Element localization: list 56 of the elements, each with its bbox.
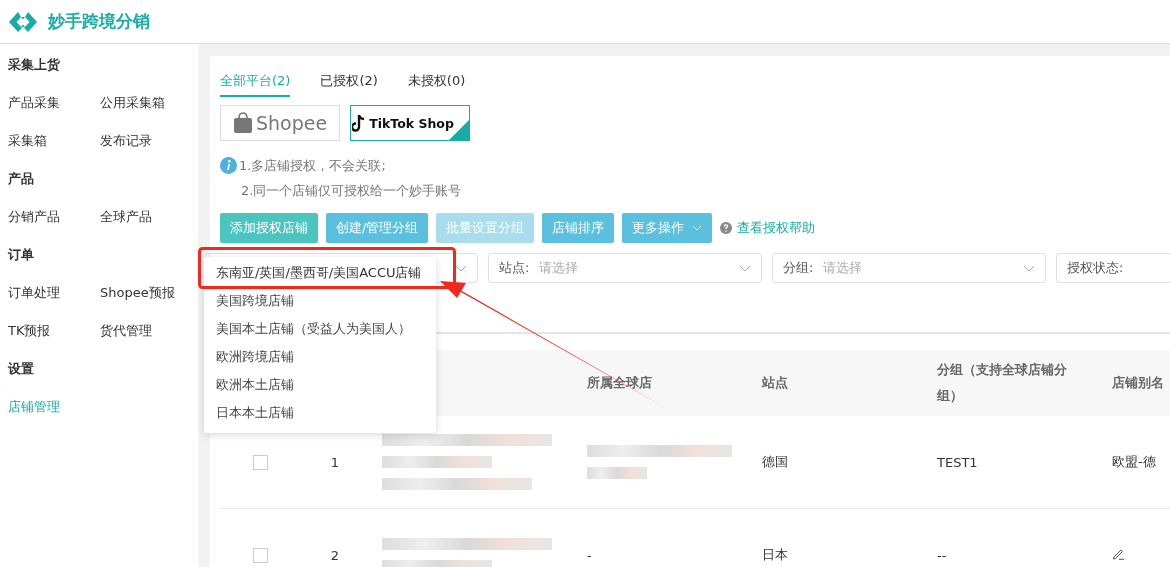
menu-item[interactable]: 东南亚/英国/墨西哥/美国ACCU店铺 (204, 259, 436, 287)
music-note-icon (352, 114, 367, 132)
column-header: 店铺别名 (1111, 374, 1165, 392)
sidebar-item[interactable]: Shopee预报 (100, 284, 200, 322)
blurred-text (587, 467, 647, 479)
pencil-icon[interactable] (1112, 547, 1125, 560)
sidebar-item[interactable]: 全球产品 (100, 208, 200, 246)
sidebar-heading: 采集上货 (8, 56, 61, 74)
chevron-icon (692, 225, 703, 231)
platform-name: TikTok Shop (369, 115, 454, 131)
note-text: 2.同一个店铺仅可授权给一个妙手账号 (241, 181, 462, 200)
help-icon (720, 222, 733, 234)
row-number: 1 (329, 454, 341, 470)
row-checkbox[interactable] (252, 454, 268, 470)
sidebar-item[interactable]: 分销产品 (8, 208, 100, 246)
tab[interactable]: 未授权(0) (407, 72, 466, 97)
info-icon (220, 157, 237, 174)
bag-icon (232, 112, 253, 134)
menu-item[interactable]: 美国本土店铺（受益人为美国人） (204, 315, 436, 343)
platform-card[interactable]: TikTok Shop (350, 105, 470, 141)
row-number: 2 (329, 547, 341, 563)
column-header: 所属全球店 (586, 374, 653, 392)
sidebar-item[interactable]: 订单处理 (8, 284, 100, 322)
menu-item[interactable]: 日本本土店铺 (204, 399, 436, 427)
table-cell-text: 日本 (761, 546, 789, 564)
row-checkbox[interactable] (252, 547, 268, 563)
column-header: 站点 (761, 374, 789, 392)
table-cell: 欧盟-德 (1112, 454, 1156, 469)
tab[interactable]: 已授权(2) (320, 72, 378, 97)
platform-name: Shopee (255, 112, 328, 134)
app-title: 妙手跨境分销 (48, 10, 150, 33)
platform-card[interactable]: Shopee (220, 105, 340, 141)
sidebar-heading: 订单 (8, 246, 35, 264)
sidebar-item[interactable]: 发布记录 (100, 132, 200, 170)
select-field[interactable]: 授权状态: (1056, 253, 1170, 283)
sidebar-heading: 设置 (8, 360, 35, 378)
sidebar-heading: 产品 (8, 170, 35, 188)
menu-item[interactable]: 欧洲本土店铺 (204, 371, 436, 399)
sidebar-item[interactable]: 货代管理 (100, 322, 200, 360)
table-cell-text: 德国 (761, 453, 789, 471)
table-cell-text: TEST1 (936, 454, 979, 470)
sidebar-item[interactable]: 公用采集箱 (100, 94, 200, 132)
note-text: 1.多店铺授权，不会关联; (239, 156, 386, 175)
chevron-icon (455, 264, 467, 272)
chevron-icon (739, 264, 751, 272)
sidebar-item[interactable]: 产品采集 (8, 94, 100, 132)
menu-item[interactable]: 欧洲跨境店铺 (204, 343, 436, 371)
table-cell-text: -- (936, 547, 948, 563)
sidebar-item[interactable]: TK预报 (8, 322, 100, 360)
column-header: 分组（支持全球店铺分组） (936, 361, 1068, 405)
chevron-icon (1023, 264, 1035, 272)
sidebar-item[interactable]: 采集箱 (8, 132, 100, 170)
table-cell-text: - (587, 547, 593, 563)
select-field[interactable]: 分组: 请选择 (772, 253, 1046, 283)
menu-item[interactable]: 美国跨境店铺 (204, 287, 436, 315)
select-field[interactable]: 站点: 请选择 (488, 253, 762, 283)
